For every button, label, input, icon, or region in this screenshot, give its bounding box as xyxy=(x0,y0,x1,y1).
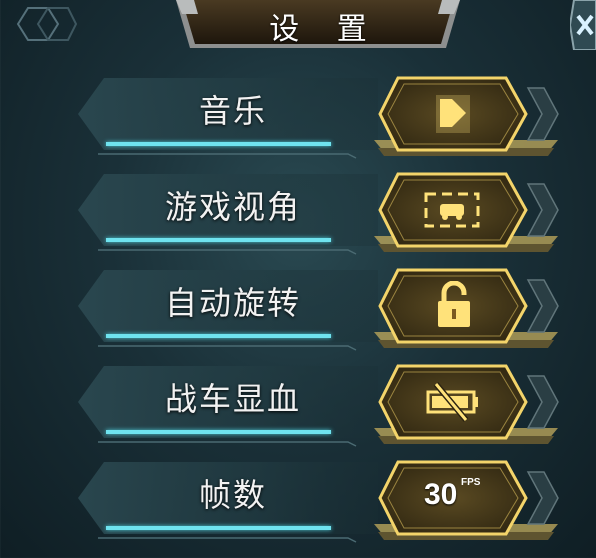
close-icon xyxy=(568,0,596,51)
setting-toggle-button-4[interactable] xyxy=(376,362,536,442)
setting-row-3: 自动旋转 xyxy=(78,266,596,354)
setting-toggle-button-1[interactable] xyxy=(376,74,536,154)
setting-label: 帧数 xyxy=(198,476,267,514)
title-banner: 设 置 xyxy=(176,0,460,52)
page-title: 设 置 xyxy=(269,12,381,47)
setting-row-2: 游戏视角 xyxy=(78,170,596,258)
setting-label: 游戏视角 xyxy=(164,188,301,226)
label-underline xyxy=(106,334,331,338)
setting-label: 战车显血 xyxy=(164,380,301,418)
hex-ornament-icon xyxy=(16,7,78,41)
setting-row-1: 音乐 xyxy=(78,74,596,162)
fps-unit: FPS xyxy=(461,477,481,488)
setting-toggle-button-2[interactable] xyxy=(376,170,536,250)
close-button[interactable] xyxy=(568,0,596,51)
setting-label: 自动旋转 xyxy=(164,284,301,322)
setting-toggle-button-3[interactable] xyxy=(376,266,536,346)
setting-row-4: 战车显血 xyxy=(78,362,596,450)
fps-value: 30 xyxy=(424,478,458,511)
label-underline xyxy=(106,238,331,242)
setting-toggle-button-5[interactable]: 30 FPS xyxy=(376,458,536,538)
setting-row-5: 帧数 30 FPS xyxy=(78,458,596,546)
setting-label: 音乐 xyxy=(198,92,267,130)
label-underline xyxy=(106,526,331,530)
label-underline xyxy=(106,430,331,434)
label-underline xyxy=(106,142,331,146)
